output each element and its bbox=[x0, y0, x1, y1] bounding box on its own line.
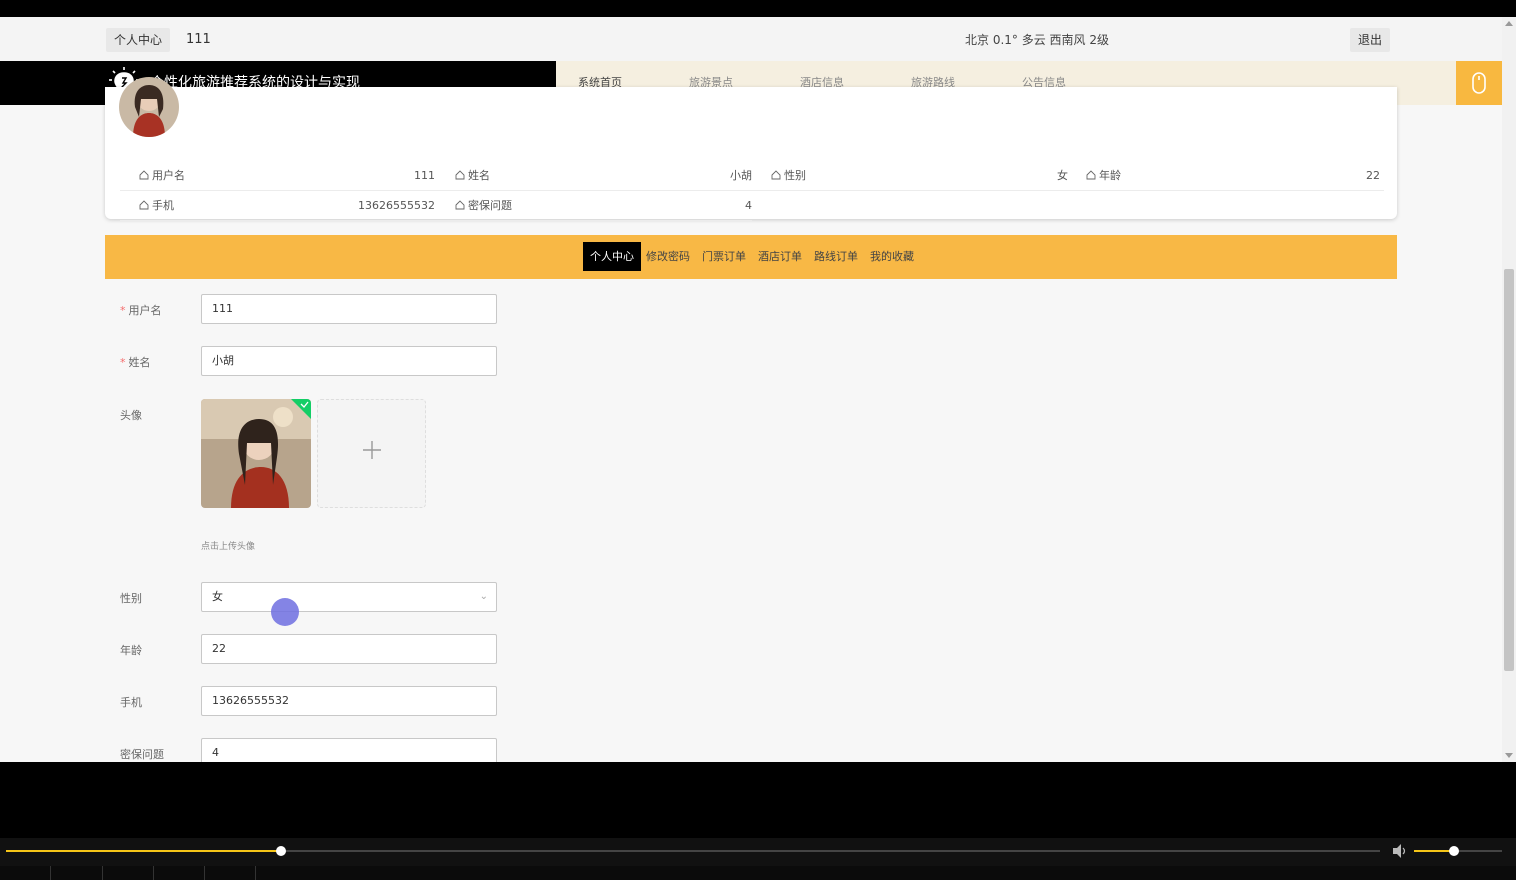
gender-label: 性别 bbox=[120, 592, 142, 605]
progress-knob[interactable] bbox=[275, 846, 286, 856]
info-label-text: 密保问题 bbox=[468, 199, 512, 212]
avatar-label: 头像 bbox=[120, 409, 142, 422]
browser-viewport: 个人中心 111 北京 0.1° 多云 西南风 2级 退出 个性化旅游推荐系统的… bbox=[0, 17, 1502, 762]
divider bbox=[102, 866, 103, 880]
plus-icon bbox=[363, 441, 381, 459]
phone-input[interactable]: 13626555532 bbox=[201, 686, 497, 716]
info-label-gender: 性别 bbox=[771, 161, 806, 191]
tab-user-center[interactable]: 个人中心 bbox=[583, 242, 641, 271]
scroll-up-icon[interactable] bbox=[1505, 21, 1513, 26]
progress-bar[interactable] bbox=[6, 846, 1380, 856]
info-value-question: 4 bbox=[745, 199, 752, 212]
info-label-age: 年龄 bbox=[1086, 161, 1121, 191]
home-icon bbox=[455, 170, 465, 180]
volume-knob[interactable] bbox=[1448, 846, 1459, 856]
mouse-icon bbox=[1472, 72, 1486, 94]
info-value-name: 小胡 bbox=[730, 169, 752, 182]
home-icon bbox=[455, 200, 465, 210]
divider bbox=[204, 866, 205, 880]
info-label-text: 年龄 bbox=[1099, 169, 1121, 182]
age-input[interactable]: 22 bbox=[201, 634, 497, 664]
info-label-question: 密保问题 bbox=[455, 191, 512, 221]
current-username: 111 bbox=[186, 32, 211, 47]
info-value-age: 22 bbox=[1366, 169, 1380, 182]
info-label-name: 姓名 bbox=[455, 161, 490, 191]
profile-tabs: 个人中心 修改密码 门票订单 酒店订单 路线订单 我的收藏 bbox=[105, 235, 1397, 279]
name-input[interactable]: 小胡 bbox=[201, 346, 497, 376]
tab-ticket-orders[interactable]: 门票订单 bbox=[702, 242, 746, 271]
home-icon bbox=[771, 170, 781, 180]
mouse-icon-button[interactable] bbox=[1456, 61, 1502, 105]
avatar-thumbnail[interactable] bbox=[201, 399, 311, 508]
weather-info: 北京 0.1° 多云 西南风 2级 bbox=[965, 33, 1109, 47]
tab-hotel-orders[interactable]: 酒店订单 bbox=[758, 242, 802, 271]
scroll-down-icon[interactable] bbox=[1505, 753, 1513, 758]
info-label-text: 手机 bbox=[152, 199, 174, 212]
info-row: 用户名 111 姓名 小胡 性别 女 年龄 22 bbox=[120, 161, 1384, 191]
user-center-button[interactable]: 个人中心 bbox=[106, 28, 171, 52]
scrollbar-thumb[interactable] bbox=[1504, 269, 1514, 671]
mouse-cursor-highlight bbox=[271, 598, 299, 626]
tab-change-password[interactable]: 修改密码 bbox=[646, 242, 690, 271]
avatar bbox=[119, 77, 179, 137]
tab-favorites[interactable]: 我的收藏 bbox=[870, 242, 914, 271]
info-label-username: 用户名 bbox=[139, 161, 185, 191]
info-value-gender: 女 bbox=[1057, 169, 1068, 182]
username-input[interactable]: 111 bbox=[201, 294, 497, 324]
age-label: 年龄 bbox=[120, 644, 142, 657]
volume-slider[interactable] bbox=[1414, 846, 1502, 856]
home-icon bbox=[139, 200, 149, 210]
info-label-text: 性别 bbox=[784, 169, 806, 182]
top-bar: 个人中心 111 北京 0.1° 多云 西南风 2级 退出 bbox=[0, 17, 1502, 61]
info-label-text: 用户名 bbox=[152, 169, 185, 182]
avatar-upload-button[interactable] bbox=[317, 399, 426, 508]
vertical-scrollbar[interactable] bbox=[1502, 17, 1516, 762]
info-value-phone: 13626555532 bbox=[358, 199, 435, 212]
phone-label: 手机 bbox=[120, 696, 142, 709]
volume-icon[interactable] bbox=[1391, 843, 1409, 859]
screen: 个人中心 111 北京 0.1° 多云 西南风 2级 退出 个性化旅游推荐系统的… bbox=[0, 0, 1516, 880]
info-value-username: 111 bbox=[414, 169, 435, 182]
volume-fill bbox=[1414, 850, 1454, 852]
username-label: * 用户名 bbox=[120, 304, 162, 317]
avatar-upload-hint: 点击上传头像 bbox=[201, 542, 256, 552]
info-row: 手机 13626555532 密保问题 4 bbox=[120, 191, 752, 221]
info-label-phone: 手机 bbox=[139, 191, 174, 221]
progress-fill bbox=[6, 850, 281, 852]
divider bbox=[153, 866, 154, 880]
video-player-controls bbox=[0, 838, 1516, 880]
info-label-text: 姓名 bbox=[468, 169, 490, 182]
gender-select[interactable]: 女 ⌄ bbox=[201, 582, 497, 612]
home-icon bbox=[139, 170, 149, 180]
check-badge-icon bbox=[291, 399, 311, 419]
divider bbox=[255, 866, 256, 880]
name-label: * 姓名 bbox=[120, 356, 151, 369]
logout-button[interactable]: 退出 bbox=[1350, 28, 1391, 52]
divider bbox=[50, 866, 51, 880]
profile-card: 用户名 111 姓名 小胡 性别 女 年龄 22 手机 13626555532 … bbox=[105, 77, 1397, 221]
chevron-down-icon: ⌄ bbox=[479, 591, 488, 602]
home-icon bbox=[1086, 170, 1096, 180]
tab-route-orders[interactable]: 路线订单 bbox=[814, 242, 858, 271]
question-input[interactable]: 4 bbox=[201, 738, 497, 762]
gender-selected-value: 女 bbox=[212, 590, 223, 603]
question-label: 密保问题 bbox=[120, 748, 164, 761]
bottom-strip bbox=[0, 866, 1516, 880]
